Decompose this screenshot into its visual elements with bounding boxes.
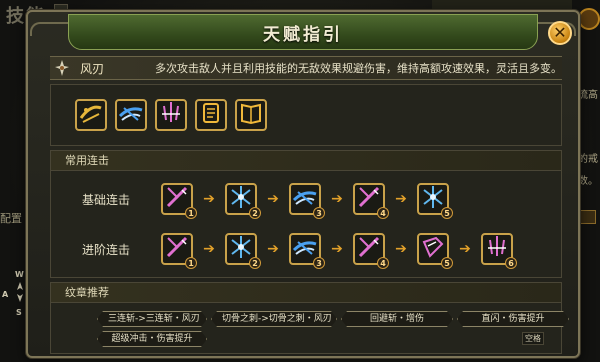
talent-icons-panel — [50, 84, 562, 146]
step-number-badge: 1 — [185, 207, 197, 219]
combo-skill-slot[interactable]: 4 — [353, 233, 389, 269]
bg-currency-bar — [432, 0, 572, 10]
compass-s: S — [16, 308, 22, 317]
close-button[interactable]: ✕ — [548, 21, 572, 45]
arrow-right-icon: ➔ — [267, 191, 279, 207]
wind-blade-emblem-icon — [52, 56, 72, 80]
combo-skill-slot[interactable]: 6 — [481, 233, 517, 269]
scroll-talent-slot[interactable] — [195, 99, 227, 131]
talent-guide-dialog: 天赋指引 ✕ 风刃 多次攻击敌人并且利用技能的无敌效果规避伤害，维持高额攻速效果… — [26, 10, 580, 358]
combo-skill-slot[interactable]: 5 — [417, 183, 453, 219]
close-icon: ✕ — [553, 23, 567, 42]
compass-w: A — [2, 290, 9, 299]
triple-blade-talent-slot[interactable] — [155, 99, 187, 131]
arrow-right-icon: ➔ — [203, 241, 215, 257]
arrow-right-icon: ➔ — [203, 191, 215, 207]
shockwave-icon — [78, 100, 104, 130]
compass-n: W — [15, 270, 24, 279]
triple-blade-icon — [158, 100, 184, 130]
combo-skill-slot[interactable]: 3 — [289, 233, 325, 269]
wind-slash-talent-slot[interactable] — [115, 99, 147, 131]
combo-skill-slot[interactable]: 1 — [161, 183, 197, 219]
class-name: 风刃 — [80, 61, 105, 76]
space-key-hint: 空格 — [522, 332, 544, 345]
wind-slash-icon — [118, 100, 144, 130]
bg-config-text: 配置 — [0, 212, 22, 225]
arrow-right-icon: ➔ — [331, 191, 343, 207]
combo-skill-slot[interactable]: 5 — [417, 233, 453, 269]
arrow-right-icon: ➔ — [395, 191, 407, 207]
step-number-badge: 6 — [505, 257, 517, 269]
step-number-badge: 2 — [249, 207, 261, 219]
step-number-badge: 1 — [185, 257, 197, 269]
talent-icons-list — [75, 99, 267, 131]
step-number-badge: 4 — [377, 257, 389, 269]
combo-row-basic: 基础连击 1 ➔ 2 ➔ 3 ➔ 4 ➔ 5 — [51, 179, 561, 219]
arrow-right-icon: ➔ — [267, 241, 279, 257]
emblem-section: 纹章推荐 三连斩->三连斩・风刃 切骨之刺->切骨之刺・风刃 回避斩・增伤 直闪… — [50, 282, 562, 354]
combo-label: 进阶连击 — [81, 242, 130, 257]
book-icon — [238, 100, 264, 130]
combo-skill-slot[interactable]: 2 — [225, 183, 261, 219]
combo-row-advanced: 进阶连击 1 ➔ 2 ➔ 3 ➔ 4 ➔ 5 ➔ 6 — [51, 229, 561, 269]
step-number-badge: 5 — [441, 207, 453, 219]
dialog-title: 天赋指引 — [263, 24, 343, 45]
step-number-badge: 5 — [441, 257, 453, 269]
arrow-right-icon: ➔ — [459, 241, 471, 257]
book-talent-slot[interactable] — [235, 99, 267, 131]
combo-skill-slot[interactable]: 3 — [289, 183, 325, 219]
bg-close-icon — [578, 8, 600, 30]
combo-section-title: 常用连击 — [51, 151, 561, 171]
bg-right-text-2: 的戒 — [578, 154, 598, 165]
combo-skill-slot[interactable]: 4 — [353, 183, 389, 219]
combo-label: 基础连击 — [81, 192, 130, 207]
step-number-badge: 3 — [313, 207, 325, 219]
step-number-badge: 4 — [377, 207, 389, 219]
arrow-right-icon: ➔ — [395, 241, 407, 257]
emblem-section-title: 纹章推荐 — [51, 283, 561, 303]
title-ornament-left — [30, 22, 68, 36]
arrow-right-icon: ➔ — [331, 241, 343, 257]
combo-skill-slot[interactable]: 1 — [161, 233, 197, 269]
dialog-title-bar: 天赋指引 — [68, 14, 538, 50]
emblem-tag[interactable]: 切骨之刺->切骨之刺・风刃 — [211, 311, 337, 327]
emblem-tag[interactable]: 超级冲击・伤害提升 — [97, 331, 207, 347]
class-info-row: 风刃 多次攻击敌人并且利用技能的无敌效果规避伤害，维持高额攻速效果，灵活且多变。 — [50, 56, 562, 80]
class-description: 多次攻击敌人并且利用技能的无敌效果规避伤害，维持高额攻速效果，灵活且多变。 — [155, 62, 562, 75]
combo-skill-slot[interactable]: 2 — [225, 233, 261, 269]
combo-sequence: 1 ➔ 2 ➔ 3 ➔ 4 ➔ 5 ➔ 6 — [161, 233, 517, 269]
emblem-tag[interactable]: 三连斩->三连斩・风刃 — [97, 311, 207, 327]
emblem-tag[interactable]: 直闪・伤害提升 — [457, 311, 569, 327]
combo-sequence: 1 ➔ 2 ➔ 3 ➔ 4 ➔ 5 — [161, 183, 453, 219]
emblem-tag[interactable]: 回避斩・增伤 — [341, 311, 453, 327]
step-number-badge: 2 — [249, 257, 261, 269]
shockwave-talent-slot[interactable] — [75, 99, 107, 131]
step-number-badge: 3 — [313, 257, 325, 269]
combo-section: 常用连击 基础连击 1 ➔ 2 ➔ 3 ➔ 4 ➔ 5 进阶连击 1 ➔ 2 ➔ 3 ➔ 4 ➔ 5 ➔ 6 — [50, 150, 562, 278]
scroll-icon — [198, 100, 224, 130]
